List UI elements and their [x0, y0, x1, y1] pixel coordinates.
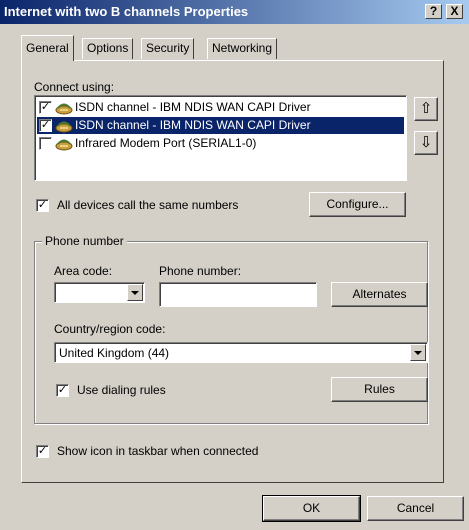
- rules-button[interactable]: Rules: [331, 377, 428, 402]
- use-dialing-rules-checkbox[interactable]: ✓: [56, 384, 69, 397]
- chevron-down-icon[interactable]: [410, 344, 426, 361]
- country-value: United Kingdom (44): [59, 346, 170, 360]
- device-label: Infrared Modem Port (SERIAL1-0): [75, 136, 257, 150]
- phone-number-input[interactable]: [159, 282, 317, 307]
- device-list[interactable]: ✓ ISDN channel - IBM NDIS WAN CAPI Drive…: [34, 95, 407, 181]
- tab-options[interactable]: Options: [82, 38, 134, 59]
- move-up-button[interactable]: ⇧: [414, 97, 438, 121]
- list-item[interactable]: ✓ ISDN channel - IBM NDIS WAN CAPI Drive…: [37, 99, 404, 116]
- modem-icon: [55, 139, 73, 151]
- show-icon-label: Show icon in taskbar when connected: [57, 444, 259, 458]
- down-arrow-icon: ⇩: [419, 134, 433, 151]
- tab-general[interactable]: General: [21, 35, 74, 61]
- ok-button[interactable]: OK: [262, 495, 361, 522]
- area-code-combo[interactable]: [54, 282, 145, 303]
- phone-number-label: Phone number:: [159, 264, 242, 278]
- tab-security-label: Security: [146, 41, 190, 55]
- move-down-button[interactable]: ⇩: [414, 131, 438, 155]
- up-arrow-icon: ⇧: [419, 100, 433, 117]
- device-label: ISDN channel - IBM NDIS WAN CAPI Driver: [75, 100, 311, 114]
- connect-using-label: Connect using:: [34, 80, 115, 94]
- country-combo[interactable]: United Kingdom (44): [54, 342, 428, 363]
- list-item[interactable]: Infrared Modem Port (SERIAL1-0): [37, 135, 404, 152]
- tab-options-label: Options: [87, 41, 129, 55]
- phone-number-group-title: Phone number: [42, 234, 127, 248]
- properties-dialog: Internet with two B channels Properties …: [0, 0, 469, 530]
- window-title: Internet with two B channels Properties: [4, 4, 249, 19]
- close-button[interactable]: X: [446, 4, 463, 19]
- tab-general-label: General: [26, 41, 69, 55]
- help-button[interactable]: ?: [425, 4, 442, 19]
- tab-networking-label: Networking: [212, 41, 273, 55]
- area-code-label: Area code:: [54, 264, 113, 278]
- chevron-down-icon[interactable]: [127, 284, 143, 301]
- show-icon-checkbox[interactable]: ✓: [36, 445, 49, 458]
- device-checkbox[interactable]: ✓: [39, 119, 52, 132]
- use-dialing-rules-label: Use dialing rules: [77, 383, 166, 397]
- all-devices-checkbox[interactable]: ✓: [36, 199, 49, 212]
- device-label: ISDN channel - IBM NDIS WAN CAPI Driver: [75, 118, 311, 132]
- modem-icon: [55, 103, 73, 115]
- tab-security[interactable]: Security: [141, 38, 195, 59]
- all-devices-label: All devices call the same numbers: [57, 198, 239, 212]
- country-label: Country/region code:: [54, 322, 166, 336]
- cancel-button[interactable]: Cancel: [367, 496, 464, 521]
- tab-networking[interactable]: Networking: [207, 38, 278, 59]
- modem-icon: [55, 121, 73, 133]
- alternates-button[interactable]: Alternates: [331, 282, 428, 307]
- list-item[interactable]: ✓ ISDN channel - IBM NDIS WAN CAPI Drive…: [37, 117, 404, 134]
- device-checkbox[interactable]: [39, 137, 52, 150]
- device-checkbox[interactable]: ✓: [39, 101, 52, 114]
- configure-button[interactable]: Configure...: [309, 192, 406, 217]
- title-bar[interactable]: Internet with two B channels Properties …: [0, 0, 469, 24]
